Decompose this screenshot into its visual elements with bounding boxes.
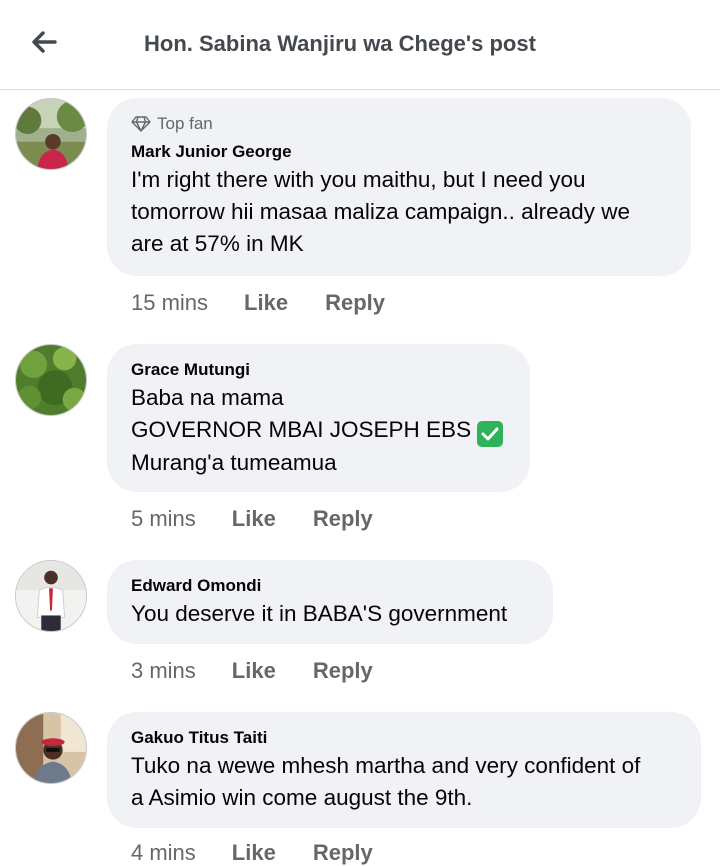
badge-label: Top fan [157, 114, 213, 133]
top-bar: Hon. Sabina Wanjiru wa Chege's post [0, 0, 720, 90]
comment-author[interactable]: Gakuo Titus Taiti [131, 726, 677, 750]
back-button[interactable] [22, 24, 66, 60]
comment-author[interactable]: Grace Mutungi [131, 358, 506, 382]
comment-text: Tuko na wewe mhesh martha and very confi… [131, 753, 641, 810]
page-title: Hon. Sabina Wanjiru wa Chege's post [144, 31, 536, 56]
like-button[interactable]: Like [232, 658, 276, 684]
comment-author[interactable]: Mark Junior George [131, 140, 667, 164]
comment-actions: 4 mins Like Reply [131, 840, 373, 866]
diamond-icon [131, 116, 151, 132]
comment-text: I'm right there with you maithu, but I n… [131, 167, 630, 256]
comment-actions: 5 mins Like Reply [131, 506, 373, 532]
comment-time[interactable]: 4 mins [131, 840, 196, 866]
avatar[interactable] [15, 98, 87, 170]
reply-button[interactable]: Reply [313, 506, 373, 532]
comment-bubble: Edward Omondi You deserve it in BABA'S g… [107, 560, 553, 644]
arrow-left-icon [32, 31, 57, 53]
like-button[interactable]: Like [232, 840, 276, 866]
like-button[interactable]: Like [244, 290, 288, 316]
comment-time[interactable]: 15 mins [131, 290, 208, 316]
comment-actions: 3 mins Like Reply [131, 658, 373, 684]
comment-author[interactable]: Edward Omondi [131, 574, 529, 598]
reply-button[interactable]: Reply [313, 840, 373, 866]
avatar[interactable] [15, 560, 87, 632]
avatar[interactable] [15, 344, 87, 416]
comment-bubble: Top fan Mark Junior George I'm right the… [107, 98, 691, 276]
comment-time[interactable]: 5 mins [131, 506, 196, 532]
comment-text: Baba na mama GOVERNOR MBAI JOSEPH EBS Mu… [131, 382, 506, 479]
comment-time[interactable]: 3 mins [131, 658, 196, 684]
comment-bubble: Grace Mutungi Baba na mama GOVERNOR MBAI… [107, 344, 530, 492]
top-fan-badge: Top fan [131, 112, 667, 136]
avatar[interactable] [15, 712, 87, 784]
reply-button[interactable]: Reply [313, 658, 373, 684]
comment-bubble: Gakuo Titus Taiti Tuko na wewe mhesh mar… [107, 712, 701, 828]
reply-button[interactable]: Reply [325, 290, 385, 316]
comment-actions: 15 mins Like Reply [131, 290, 385, 316]
check-mark-button-icon [477, 421, 504, 447]
comment-text: You deserve it in BABA'S government [131, 601, 508, 626]
like-button[interactable]: Like [232, 506, 276, 532]
